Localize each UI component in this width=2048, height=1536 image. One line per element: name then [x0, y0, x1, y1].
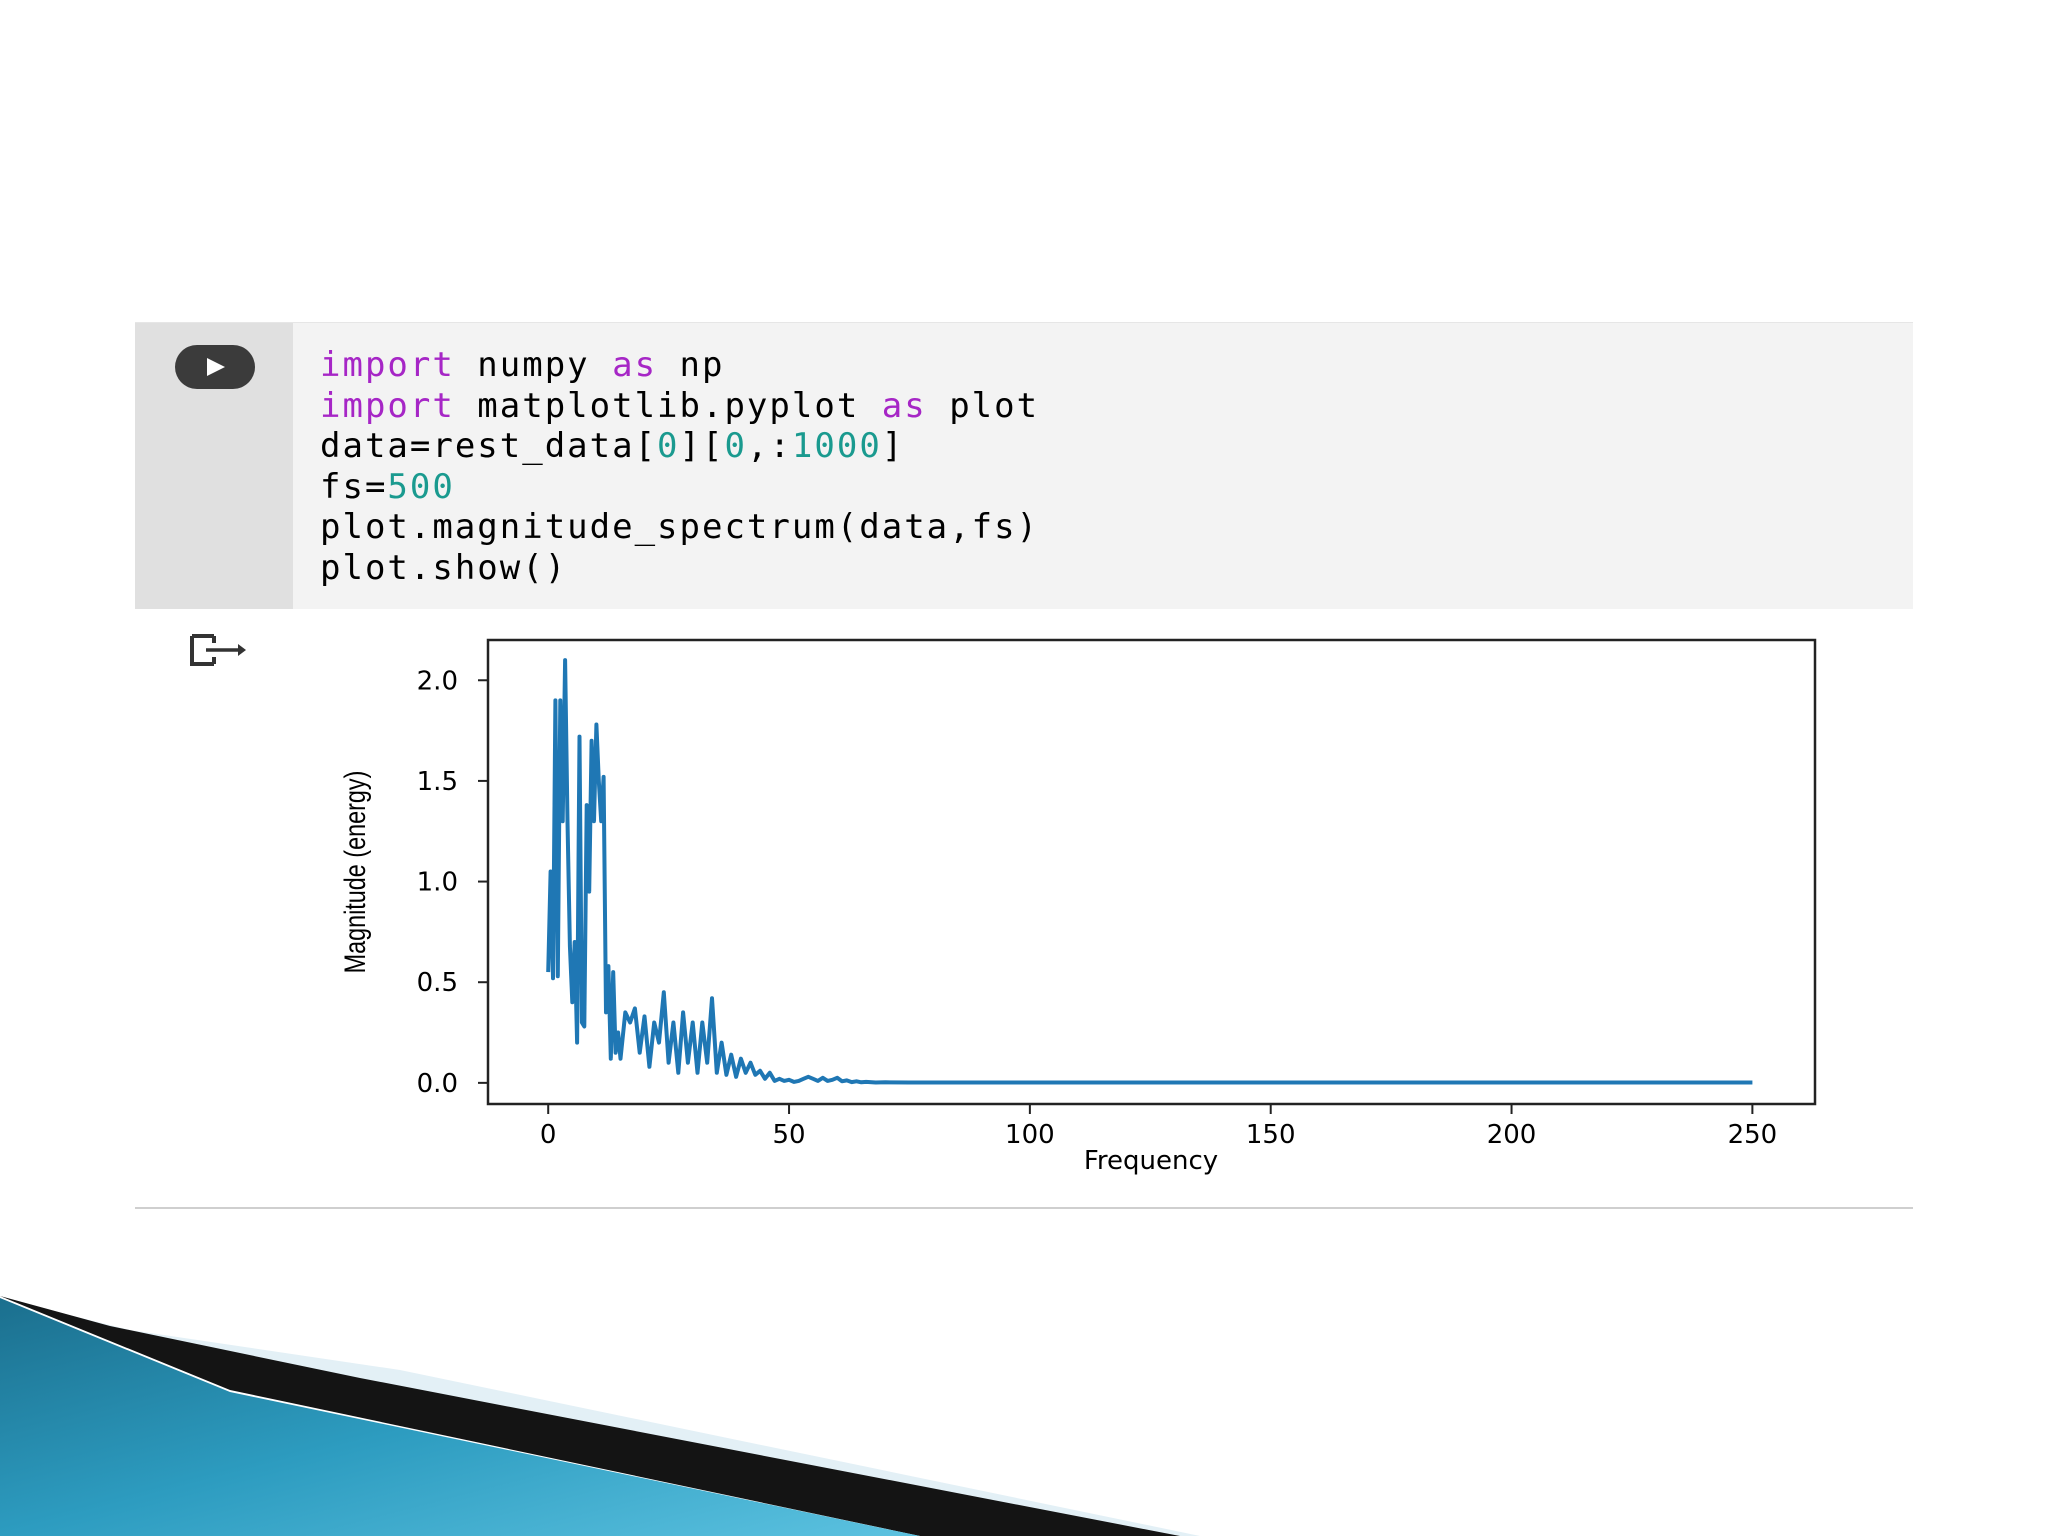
x-tick-label: 0	[540, 1120, 557, 1150]
x-tick-label: 150	[1246, 1120, 1296, 1150]
x-axis-label: Frequency	[1084, 1146, 1218, 1176]
magnitude-spectrum-chart: 0.0 0.5 1.0 1.5 2.0 0 50 100 150 200 250 Frequenc…	[338, 638, 1817, 1176]
y-tick-label: 1.0	[417, 868, 458, 898]
y-tick-label: 0.0	[417, 1069, 458, 1099]
x-tick-label: 100	[1005, 1120, 1055, 1150]
x-tick-label: 250	[1728, 1120, 1778, 1150]
cell-divider	[135, 1207, 1913, 1209]
y-tick-label: 1.5	[417, 767, 458, 797]
y-axis-label: Magnitude (energy)	[338, 771, 371, 974]
y-tick-label: 0.5	[417, 968, 458, 998]
x-tick-label: 50	[772, 1120, 805, 1150]
x-tick-label: 200	[1487, 1120, 1537, 1150]
y-tick-label: 2.0	[417, 666, 458, 696]
